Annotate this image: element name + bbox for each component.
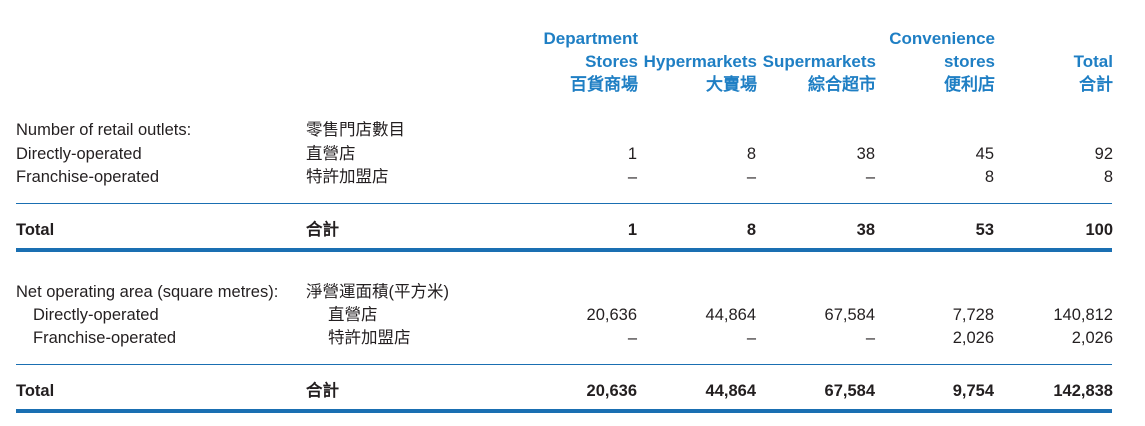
col-header-en-line1: Department	[543, 29, 638, 48]
col-header-en-line2: stores	[943, 52, 995, 71]
row-label-zh: 直營店	[306, 145, 356, 163]
outlets-heading-zh: 零售門店數目	[306, 121, 405, 139]
cell-value: 2,026	[1071, 329, 1113, 347]
total-underline	[16, 248, 1112, 252]
section-divider	[16, 364, 1112, 365]
col-header-department-stores: Department Stores 百貨商場	[544, 27, 638, 96]
row-label-en: Franchise-operated	[33, 329, 177, 347]
col-header-en-line1: Total	[1073, 52, 1113, 71]
row-label-en: Directly-operated	[16, 145, 142, 163]
col-header-zh: 便利店	[944, 75, 995, 94]
cell-value: 8	[1103, 168, 1113, 186]
col-header-hypermarkets: Hypermarkets 大賣場	[644, 50, 757, 96]
col-header-en-line2: Stores	[585, 52, 638, 71]
col-header-zh: 合計	[1079, 75, 1113, 94]
cell-value: 92	[1094, 145, 1113, 163]
total-label-zh: 合計	[306, 382, 339, 400]
total-underline	[16, 409, 1112, 413]
section-divider	[16, 203, 1112, 204]
total-label-zh: 合計	[306, 221, 339, 239]
row-label-en: Franchise-operated	[16, 168, 160, 186]
col-header-zh: 百貨商場	[570, 75, 638, 94]
total-label-en: Total	[16, 382, 55, 400]
total-value: 100	[1085, 221, 1113, 239]
col-header-zh: 大賣場	[706, 75, 757, 94]
col-header-convenience-stores: Convenience stores 便利店	[889, 27, 995, 96]
total-value: 142,838	[1053, 382, 1113, 400]
row-label-zh: 直營店	[328, 306, 378, 324]
area-heading-en: Net operating area (square metres):	[16, 283, 279, 301]
row-label-zh: 特許加盟店	[328, 329, 411, 347]
col-header-en-line1: Hypermarkets	[643, 52, 757, 71]
area-heading-zh: 淨營運面積(平方米)	[306, 283, 449, 301]
total-label-en: Total	[16, 221, 55, 239]
col-header-en-line1: Supermarkets	[762, 52, 876, 71]
col-header-total: Total 合計	[1074, 50, 1113, 96]
col-header-supermarkets: Supermarkets 綜合超市	[763, 50, 876, 96]
row-label-en: Directly-operated	[33, 306, 159, 324]
row-label-zh: 特許加盟店	[306, 168, 389, 186]
cell-value: 140,812	[1053, 306, 1113, 324]
outlets-heading-en: Number of retail outlets:	[16, 121, 192, 139]
col-header-zh: 綜合超市	[808, 75, 876, 94]
col-header-en-line1: Convenience	[889, 29, 995, 48]
